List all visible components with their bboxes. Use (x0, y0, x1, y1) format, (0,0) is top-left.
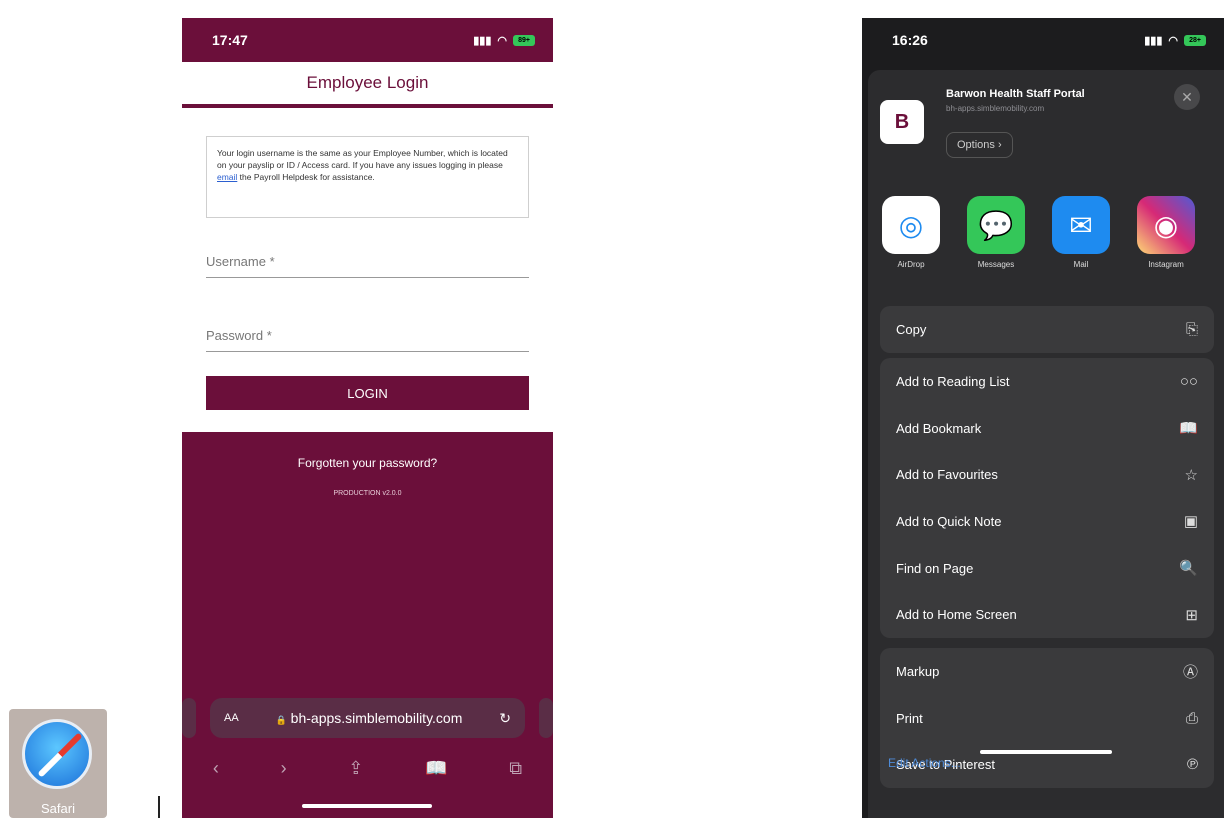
app-icon: B (880, 100, 924, 144)
prev-tab-edge[interactable] (182, 698, 196, 738)
login-button[interactable]: LOGIN (206, 376, 529, 410)
footer: Forgotten your password? PRODUCTION v2.0… (182, 432, 553, 818)
pinterest-icon: ℗ (1186, 756, 1198, 774)
wifi-icon: ◠ (1168, 34, 1178, 47)
add-square-icon: ⊞ (1185, 606, 1198, 624)
safari-app-icon[interactable]: Safari (9, 709, 107, 818)
share-app-airdrop[interactable]: ◎ AirDrop (882, 196, 940, 269)
battery-icon: 28+ (1184, 34, 1206, 46)
status-time: 16:26 (892, 32, 928, 48)
share-sheet: B Barwon Health Staff Portal bh-apps.sim… (868, 70, 1224, 818)
status-bar: 16:26 ▮▮▮ ◠ 28+ (862, 18, 1224, 62)
browser-toolbar: ‹ › ⇪ 📖 ⧉ (182, 758, 553, 779)
instagram-icon: ◉ (1137, 196, 1195, 254)
status-time: 17:47 (212, 32, 248, 48)
find-icon: 🔍 (1179, 560, 1198, 578)
action-markup[interactable]: Markup Ⓐ (880, 648, 1214, 695)
back-icon[interactable]: ‹ (213, 758, 219, 779)
print-icon: ⎙ (1185, 709, 1198, 727)
status-bar: 17:47 ▮▮▮ ◠ 89+ (182, 18, 553, 62)
copy-group: Copy ⎘ (880, 306, 1214, 353)
action-copy[interactable]: Copy ⎘ (880, 306, 1214, 353)
tabs-icon[interactable]: ⧉ (509, 758, 522, 779)
airdrop-icon: ◎ (882, 196, 940, 254)
action-favourites[interactable]: Add to Favourites ☆ (880, 451, 1214, 498)
action-quick-note[interactable]: Add to Quick Note ▣ (880, 498, 1214, 545)
close-icon[interactable]: ✕ (1174, 84, 1200, 110)
lock-icon: 🔒 (275, 715, 287, 725)
share-app-messages[interactable]: 💬 Messages (967, 196, 1025, 269)
wifi-icon: ◠ (497, 34, 507, 47)
password-field[interactable]: Password * (206, 328, 529, 352)
info-text-end: the Payroll Helpdesk for assistance. (237, 172, 375, 182)
text-cursor (158, 796, 160, 818)
address-bar[interactable]: AA 🔒 bh-apps.simblemobility.com ↻ (210, 698, 525, 738)
share-icon[interactable]: ⇪ (348, 758, 363, 779)
bookmark-icon: 📖 (1179, 420, 1198, 438)
share-apps-row: ◎ AirDrop 💬 Messages ✉ Mail ◉ Instagram (882, 196, 1195, 269)
info-text: Your login username is the same as your … (217, 148, 508, 170)
bookmarks-icon[interactable]: 📖 (425, 758, 447, 779)
markup-icon: Ⓐ (1182, 663, 1198, 681)
quick-note-icon: ▣ (1183, 513, 1198, 531)
home-indicator (302, 804, 432, 808)
actions-group: Add to Reading List ○○ Add Bookmark 📖 Add … (880, 358, 1214, 639)
login-screen: 17:47 ▮▮▮ ◠ 89+ Employee Login Your login … (182, 18, 553, 818)
share-app-mail[interactable]: ✉ Mail (1052, 196, 1110, 269)
messages-icon: 💬 (967, 196, 1025, 254)
copy-icon: ⎘ (1185, 320, 1198, 338)
edit-actions-link[interactable]: Edit Actions... (888, 756, 961, 770)
safari-label: Safari (41, 801, 75, 816)
reload-icon[interactable]: ↻ (499, 710, 511, 727)
username-field[interactable]: Username * (206, 254, 529, 278)
forgot-password-link[interactable]: Forgotten your password? (182, 456, 553, 470)
action-add-home-screen[interactable]: Add to Home Screen ⊞ (880, 591, 1214, 638)
signal-icon: ▮▮▮ (473, 34, 492, 47)
signal-icon: ▮▮▮ (1144, 34, 1163, 47)
reading-list-icon: ○○ (1179, 372, 1198, 390)
forward-icon[interactable]: › (281, 758, 287, 779)
next-tab-edge[interactable] (539, 698, 553, 738)
email-link[interactable]: email (217, 172, 237, 182)
action-add-bookmark[interactable]: Add Bookmark 📖 (880, 405, 1214, 452)
battery-icon: 89+ (513, 34, 535, 46)
compass-icon (22, 719, 92, 789)
page-title: Employee Login (182, 62, 553, 108)
app-name: Barwon Health Staff Portal (946, 88, 1085, 100)
login-info-box: Your login username is the same as your … (206, 136, 529, 218)
mail-icon: ✉ (1052, 196, 1110, 254)
options-button[interactable]: Options › (946, 132, 1013, 158)
action-print[interactable]: Print ⎙ (880, 695, 1214, 742)
app-url: bh-apps.simblemobility.com (946, 104, 1045, 113)
star-icon: ☆ (1184, 466, 1198, 484)
text-size-button[interactable]: AA (224, 712, 239, 724)
version-label: PRODUCTION v2.0.0 (333, 490, 402, 497)
share-app-instagram[interactable]: ◉ Instagram (1137, 196, 1195, 269)
action-find-on-page[interactable]: Find on Page 🔍 (880, 545, 1214, 592)
url-text: bh-apps.simblemobility.com (290, 710, 463, 726)
share-sheet-screen: 16:26 ▮▮▮ ◠ 28+ B Barwon Health Staff Port… (862, 18, 1224, 818)
action-reading-list[interactable]: Add to Reading List ○○ (880, 358, 1214, 405)
home-indicator (980, 750, 1112, 754)
